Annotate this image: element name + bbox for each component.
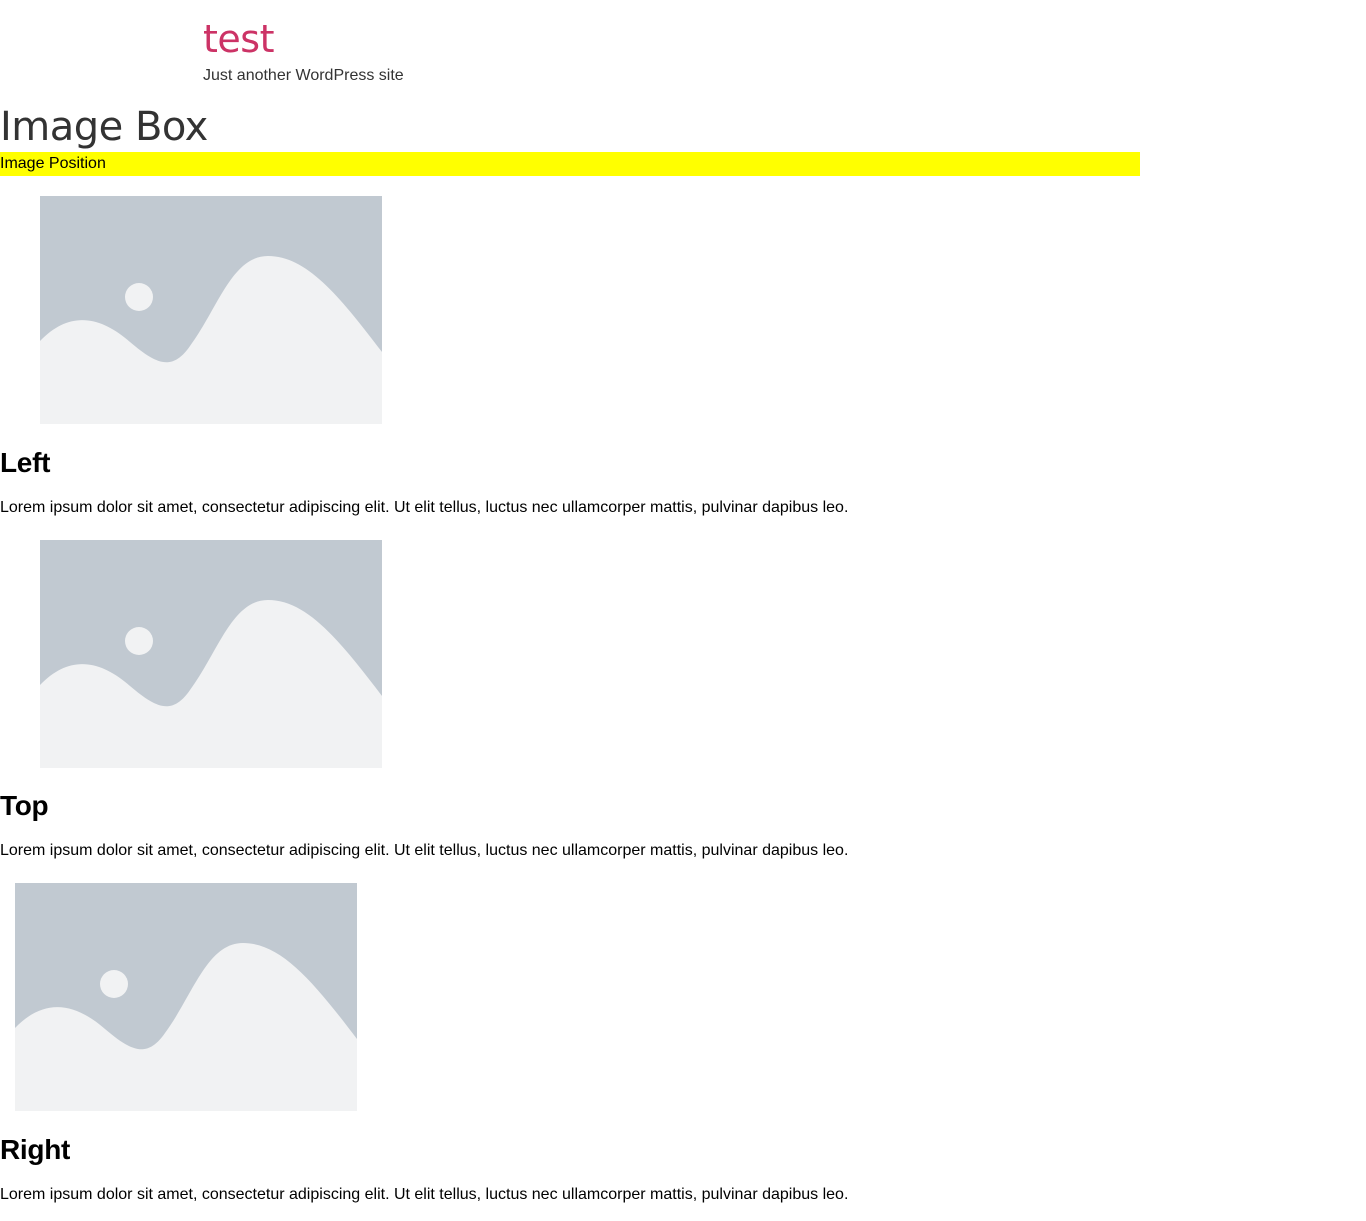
site-tagline: Just another WordPress site	[203, 67, 404, 84]
image-box-description: Lorem ipsum dolor sit amet, consectetur …	[0, 842, 849, 859]
image-placeholder-icon	[40, 540, 382, 768]
site-header: test Just another WordPress site	[203, 16, 404, 85]
section-heading-bar: Image Position	[0, 152, 1140, 176]
section-heading-label: Image Position	[0, 155, 106, 172]
image-box-title: Left	[0, 447, 51, 478]
image-box-title: Right	[0, 1134, 71, 1165]
image-box-description: Lorem ipsum dolor sit amet, consectetur …	[0, 499, 849, 516]
page-title: Image Box	[0, 104, 208, 150]
image-placeholder-icon	[15, 883, 357, 1111]
image-box-title: Top	[0, 790, 49, 821]
site-title-link[interactable]: test	[203, 16, 404, 62]
image-placeholder-icon	[40, 196, 382, 424]
image-box-description: Lorem ipsum dolor sit amet, consectetur …	[0, 1186, 849, 1203]
